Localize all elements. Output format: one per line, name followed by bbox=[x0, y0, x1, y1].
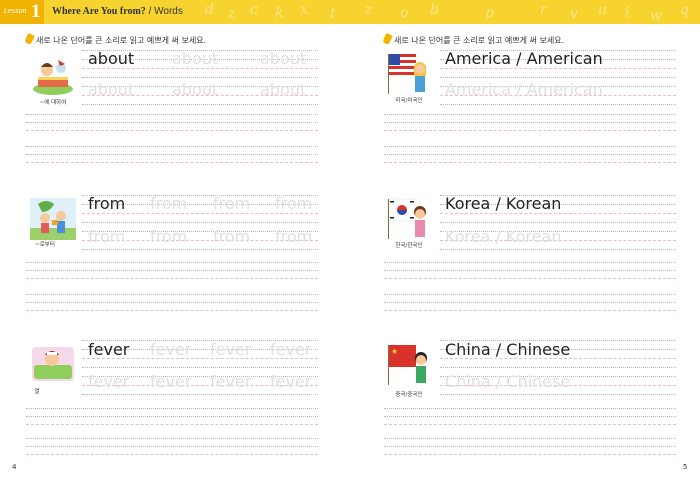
trace-word: fever bbox=[88, 372, 130, 391]
vocab-word: China / Chinese bbox=[445, 340, 571, 359]
vocab-word: from bbox=[88, 194, 126, 213]
trace-word: about bbox=[172, 80, 219, 99]
instruction-right: 새로 나온 단어를 큰 소리로 읽고 예쁘게 써 보세요. bbox=[382, 32, 565, 46]
trace-word: from bbox=[88, 227, 126, 246]
deco-letter: x bbox=[300, 2, 308, 18]
trace-word: from bbox=[275, 227, 313, 246]
word-caption: ~에 대하여 bbox=[39, 100, 67, 106]
kids-illustration bbox=[30, 198, 76, 240]
instruction-text: 새로 나온 단어를 큰 소리로 읽고 예쁘게 써 보세요. bbox=[36, 36, 207, 45]
deco-letter: b bbox=[430, 2, 439, 18]
page-number-left: 4 bbox=[12, 463, 17, 471]
vocab-word: America / American bbox=[445, 49, 603, 68]
trace-word: about bbox=[88, 80, 135, 99]
deco-letter: r bbox=[540, 2, 547, 18]
trace-word: America / American bbox=[445, 80, 603, 99]
picnic-illustration bbox=[33, 60, 73, 95]
vocab-word: about bbox=[88, 49, 135, 68]
deco-letter: q bbox=[680, 2, 689, 18]
trace-word: Korea / Korean bbox=[445, 227, 562, 246]
header-bar: Lesson 1 Where Are You from? / Words d z… bbox=[0, 0, 700, 24]
practice-lines bbox=[384, 408, 676, 458]
practice-lines bbox=[384, 114, 676, 170]
practice-lines bbox=[26, 262, 318, 318]
trace-word: fever bbox=[150, 372, 192, 391]
vocab-word: Korea / Korean bbox=[445, 194, 562, 213]
deco-letter: u bbox=[598, 2, 608, 18]
korea-flag-illustration bbox=[387, 198, 426, 239]
pencil-icon bbox=[24, 32, 35, 46]
deco-letter: c bbox=[250, 2, 258, 18]
china-flag-illustration: ★ bbox=[388, 345, 427, 385]
deco-letter: z bbox=[228, 6, 236, 22]
trace-word: about bbox=[260, 80, 307, 99]
practice-lines bbox=[26, 408, 318, 458]
sick-child-illustration bbox=[32, 347, 74, 381]
trace-word: from bbox=[213, 194, 251, 213]
word-caption: 미국/미국인 bbox=[395, 98, 423, 104]
trace-word: from bbox=[150, 194, 188, 213]
trace-word: fever bbox=[210, 340, 252, 359]
deco-letter: w bbox=[650, 8, 662, 24]
america-flag-illustration bbox=[388, 54, 426, 94]
svg-text:★: ★ bbox=[391, 347, 398, 356]
trace-word: from bbox=[275, 194, 313, 213]
trace-word: about bbox=[260, 49, 307, 68]
deco-letter: p bbox=[485, 5, 494, 21]
trace-word: fever bbox=[150, 340, 192, 359]
title-text: Where Are You from? bbox=[52, 6, 146, 17]
lesson-tab: Lesson 1 bbox=[0, 0, 44, 24]
trace-word: fever bbox=[210, 372, 252, 391]
page-number-right: 5 bbox=[683, 463, 688, 471]
deco-letter: o bbox=[400, 5, 409, 21]
trace-word: China / Chinese bbox=[445, 372, 571, 391]
deco-letter: i bbox=[625, 5, 630, 21]
title-subtitle: / Words bbox=[145, 6, 183, 17]
trace-word: about bbox=[172, 49, 219, 68]
practice-lines bbox=[384, 262, 676, 318]
vocab-word: fever bbox=[88, 340, 130, 359]
instruction-text: 새로 나온 단어를 큰 소리로 읽고 예쁘게 써 보세요. bbox=[394, 36, 565, 45]
word-caption: 한국/한국인 bbox=[395, 243, 423, 249]
trace-word: from bbox=[150, 227, 188, 246]
word-caption: 열 bbox=[34, 389, 40, 395]
deco-letter: d bbox=[205, 2, 214, 18]
trace-word: fever bbox=[270, 372, 312, 391]
instruction-left: 새로 나온 단어를 큰 소리로 읽고 예쁘게 써 보세요. bbox=[24, 32, 207, 46]
word-caption: ~로부터 bbox=[35, 242, 55, 248]
deco-letter: k bbox=[275, 5, 284, 21]
trace-word: fever bbox=[270, 340, 312, 359]
word-caption: 중국/중국인 bbox=[395, 392, 423, 398]
deco-letter: t bbox=[330, 6, 336, 22]
lesson-number: 1 bbox=[31, 1, 41, 22]
page-title: Where Are You from? / Words bbox=[52, 6, 183, 17]
deco-letter: z bbox=[365, 2, 373, 18]
lesson-label: Lesson bbox=[4, 8, 27, 15]
deco-letter: v bbox=[570, 6, 578, 22]
trace-word: from bbox=[213, 227, 251, 246]
pencil-icon bbox=[382, 32, 393, 46]
practice-lines bbox=[26, 114, 318, 170]
